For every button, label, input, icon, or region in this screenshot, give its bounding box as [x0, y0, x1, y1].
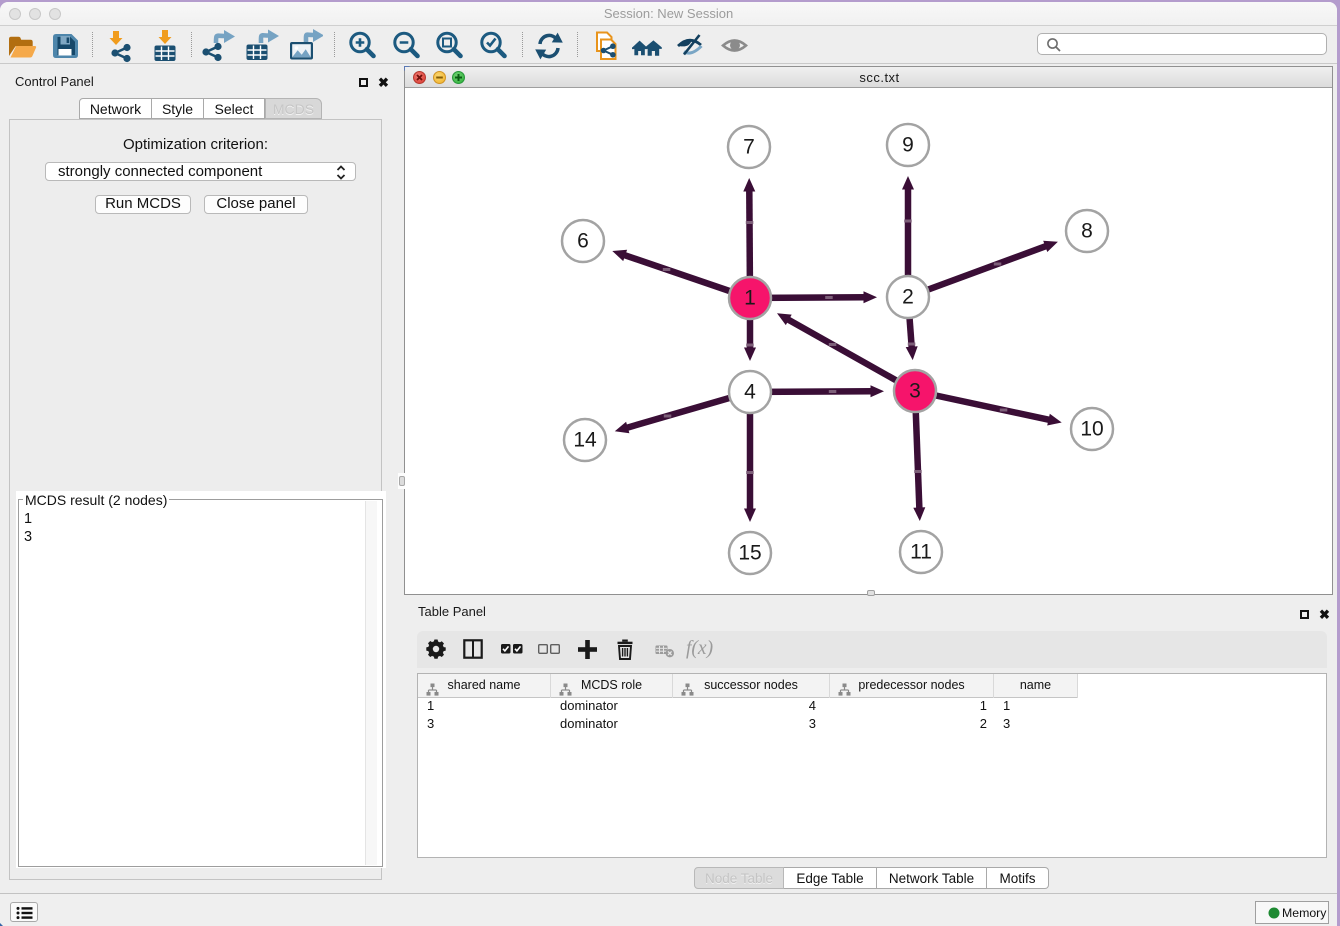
- svg-text:9: 9: [902, 134, 914, 157]
- svg-text:1: 1: [744, 287, 756, 310]
- svg-text:8: 8: [1081, 220, 1093, 243]
- svg-text:15: 15: [738, 542, 761, 565]
- svg-text:11: 11: [910, 541, 932, 564]
- svg-text:2: 2: [902, 286, 914, 309]
- svg-text:14: 14: [573, 429, 597, 452]
- svg-text:f(x): f(x): [686, 638, 713, 659]
- svg-text:4: 4: [744, 381, 756, 404]
- svg-text:10: 10: [1080, 418, 1103, 441]
- svg-text:7: 7: [743, 136, 755, 159]
- svg-text:3: 3: [909, 380, 921, 403]
- svg-text:6: 6: [577, 230, 589, 253]
